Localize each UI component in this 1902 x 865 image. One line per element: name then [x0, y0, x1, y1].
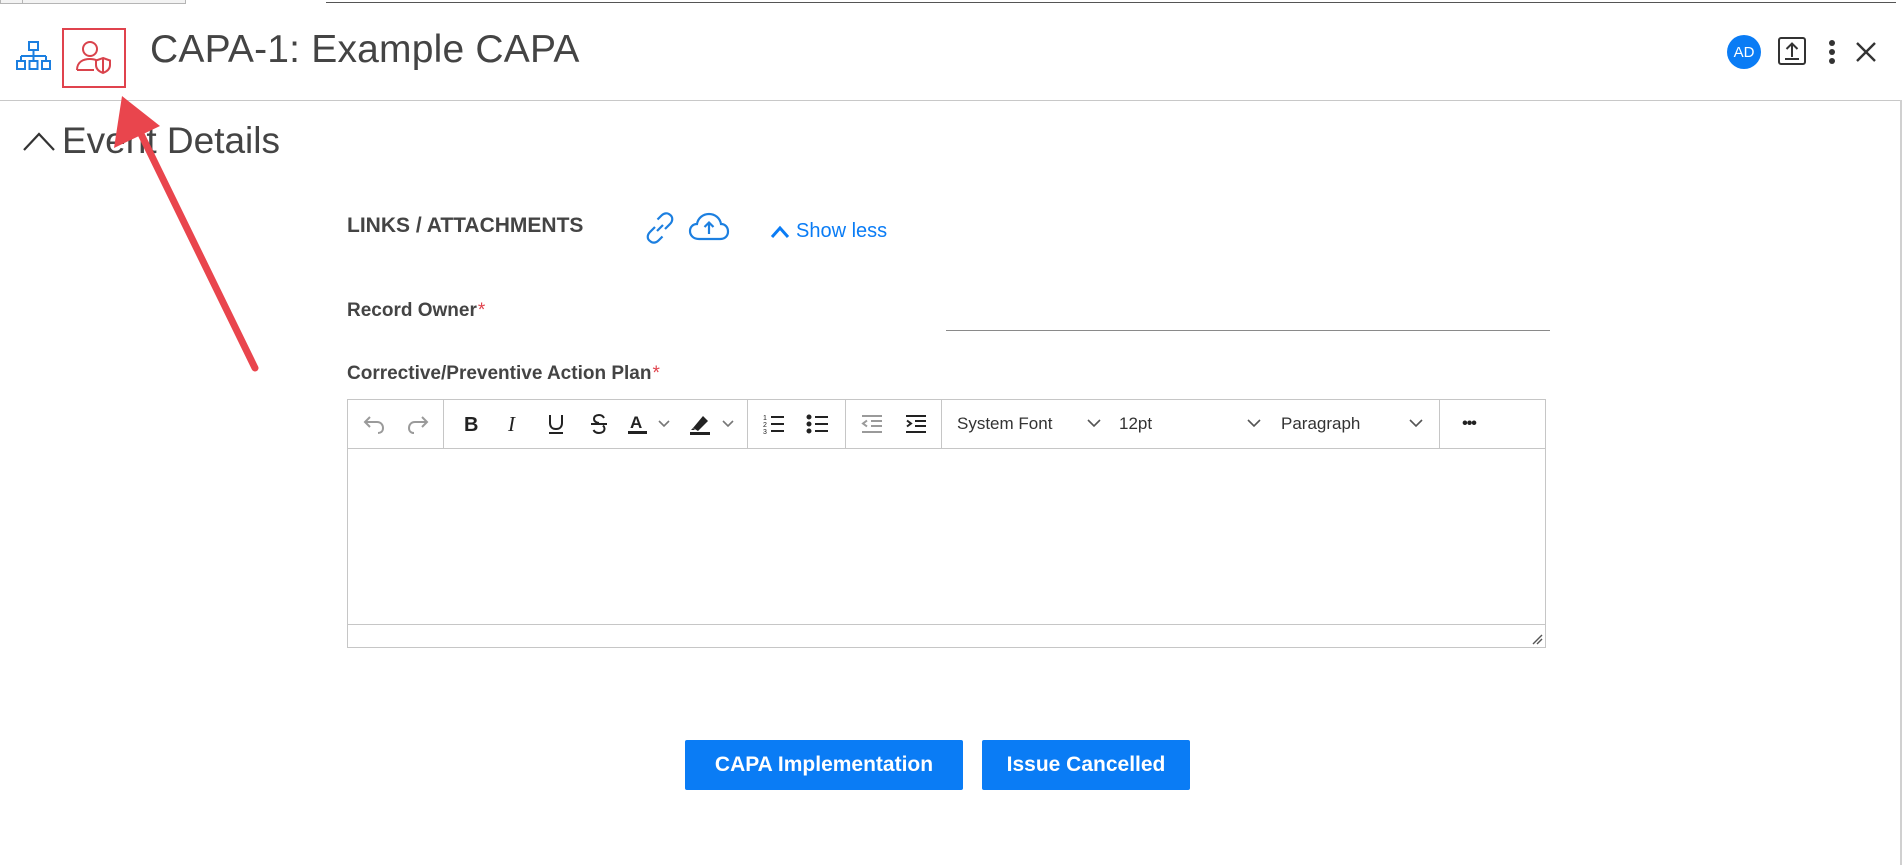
outdent-button[interactable]: [856, 408, 888, 440]
redo-icon: [407, 416, 429, 434]
close-icon: [1856, 42, 1876, 62]
issue-cancelled-button[interactable]: Issue Cancelled: [982, 740, 1190, 790]
hierarchy-icon[interactable]: [14, 38, 54, 74]
font-size-select[interactable]: 12pt: [1119, 408, 1261, 440]
toolbar-separator: [941, 400, 942, 448]
cloud-upload-icon: [688, 212, 730, 241]
italic-button[interactable]: I: [498, 408, 528, 440]
outdent-icon: [861, 415, 882, 433]
export-button[interactable]: [1777, 36, 1807, 66]
numbered-list-button[interactable]: 123: [758, 408, 790, 440]
action-plan-editor-body[interactable]: [348, 448, 1545, 626]
svg-text:A: A: [630, 413, 642, 432]
strikethrough-icon: [591, 413, 607, 435]
highlight-color-button[interactable]: [688, 408, 738, 440]
block-format-value: Paragraph: [1281, 414, 1361, 433]
links-attachments-label: LINKS / ATTACHMENTS: [347, 214, 584, 237]
text-color-icon: A: [628, 413, 670, 434]
font-family-select[interactable]: System Font: [957, 408, 1101, 440]
editor-toolbar: B I A 123 System Font 12pt Paragraph •••: [348, 400, 1545, 449]
more-toolbar-button[interactable]: •••: [1452, 408, 1486, 440]
bold-icon: B: [464, 414, 478, 435]
capa-implementation-button[interactable]: CAPA Implementation: [685, 740, 963, 790]
indent-icon: [906, 415, 926, 433]
chevron-up-icon: [23, 132, 55, 151]
svg-text:B: B: [464, 414, 478, 435]
italic-icon: I: [507, 413, 516, 435]
toolbar-separator: [1439, 400, 1440, 448]
rich-text-editor: B I A 123 System Font 12pt Paragraph •••: [347, 399, 1546, 648]
required-asterisk: *: [652, 363, 660, 384]
underline-icon: [549, 415, 563, 434]
resize-handle-icon[interactable]: [1531, 633, 1543, 645]
highlight-icon: [690, 416, 734, 435]
page-title: CAPA-1: Example CAPA: [150, 28, 580, 71]
section-title: Event Details: [62, 120, 280, 161]
svg-text:1: 1: [763, 415, 767, 422]
close-button[interactable]: [1852, 38, 1880, 66]
avatar[interactable]: AD: [1727, 35, 1761, 69]
action-plan-label: Corrective/Preventive Action Plan*: [347, 363, 660, 385]
bullet-list-icon: [806, 414, 828, 434]
svg-text:2: 2: [763, 422, 767, 429]
svg-text:3: 3: [763, 429, 767, 435]
font-size-value: 12pt: [1119, 414, 1153, 433]
chevron-down-icon: [1087, 419, 1101, 428]
undo-button[interactable]: [358, 408, 390, 440]
strikethrough-button[interactable]: [584, 408, 614, 440]
chevron-down-icon: [1409, 419, 1423, 428]
svg-text:I: I: [507, 413, 516, 435]
text-color-button[interactable]: A: [626, 408, 674, 440]
redo-button[interactable]: [402, 408, 434, 440]
add-link-button[interactable]: [642, 210, 678, 246]
required-asterisk: *: [477, 300, 486, 321]
editor-statusbar: [348, 624, 1545, 647]
record-owner-label-text: Record Owner: [347, 300, 477, 321]
link-icon: [646, 212, 674, 244]
chevron-up-icon: [770, 225, 790, 238]
upload-attachment-button[interactable]: [688, 210, 730, 246]
export-icon: [1778, 37, 1806, 65]
font-family-value: System Font: [957, 414, 1053, 433]
record-owner-input[interactable]: [946, 306, 1550, 331]
block-format-select[interactable]: Paragraph: [1281, 408, 1423, 440]
bold-button[interactable]: B: [456, 408, 486, 440]
record-owner-label: Record Owner*: [347, 300, 485, 322]
record-header: CAPA-1: Example CAPA AD: [0, 0, 1902, 101]
toolbar-separator: [747, 400, 748, 448]
show-less-label: Show less: [796, 220, 888, 242]
toolbar-separator: [443, 400, 444, 448]
event-details-section-toggle[interactable]: Event Details: [22, 120, 280, 162]
action-plan-label-text: Corrective/Preventive Action Plan: [347, 363, 652, 384]
numbered-list-icon: 123: [763, 415, 784, 435]
bullet-list-button[interactable]: [802, 408, 834, 440]
chevron-down-icon: [1247, 419, 1261, 428]
underline-button[interactable]: [541, 408, 571, 440]
more-vertical-icon: [1829, 40, 1835, 64]
show-less-link[interactable]: Show less: [770, 220, 887, 243]
toolbar-separator: [845, 400, 846, 448]
record-owner-security-button[interactable]: [62, 28, 126, 88]
indent-button[interactable]: [900, 408, 932, 440]
undo-icon: [363, 416, 385, 434]
more-options-button[interactable]: [1822, 36, 1842, 68]
user-shield-icon: [76, 41, 111, 75]
